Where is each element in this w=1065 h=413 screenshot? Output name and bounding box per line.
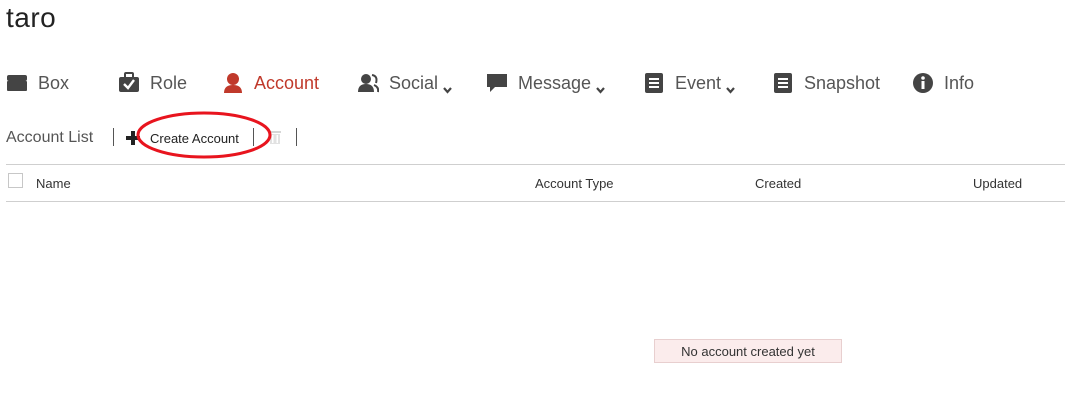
column-header-updated[interactable]: Updated [973, 176, 1022, 191]
table-header-divider [6, 201, 1065, 202]
column-header-account-type[interactable]: Account Type [535, 176, 614, 191]
social-users-icon [357, 72, 380, 94]
nav-label-social: Social [389, 72, 439, 93]
select-all-checkbox[interactable] [8, 173, 23, 188]
nav-item-snapshot[interactable]: Snapshot [772, 66, 880, 100]
highlight-annotation-ellipse [136, 111, 272, 159]
table-top-divider [6, 164, 1065, 165]
event-list-icon [643, 72, 665, 94]
nav-label-info: Info [944, 72, 975, 93]
chevron-down-icon [443, 79, 452, 94]
info-icon [912, 72, 934, 94]
user-icon [222, 72, 244, 94]
nav-item-event[interactable]: Event [643, 66, 735, 100]
snapshot-icon [772, 72, 794, 94]
role-badge-icon [118, 72, 140, 94]
message-bubble-icon [486, 72, 508, 94]
table-header: Name Account Type Created Updated [6, 166, 1065, 200]
section-label: Account List [6, 129, 94, 146]
nav-label-event: Event [675, 72, 722, 93]
nav-label-account: Account [254, 72, 320, 93]
empty-state-message: No account created yet [654, 339, 842, 363]
nav-label-snapshot: Snapshot [804, 72, 881, 93]
nav-item-social[interactable]: Social [357, 66, 452, 100]
nav-item-account[interactable]: Account [222, 66, 319, 100]
main-nav: Box Role Account Social Message Event Sn… [0, 66, 1065, 100]
nav-label-message: Message [518, 72, 592, 93]
nav-item-box[interactable]: Box [6, 66, 69, 100]
nav-label-box: Box [38, 72, 70, 93]
chevron-down-icon [596, 79, 605, 94]
chevron-down-icon [726, 79, 735, 94]
nav-item-info[interactable]: Info [912, 66, 974, 100]
column-header-name[interactable]: Name [36, 176, 71, 191]
box-icon [6, 72, 28, 94]
nav-item-role[interactable]: Role [118, 66, 187, 100]
column-header-created[interactable]: Created [755, 176, 801, 191]
nav-item-message[interactable]: Message [486, 66, 605, 100]
page-title: taro [6, 2, 57, 33]
nav-label-role: Role [150, 72, 188, 93]
toolbar-divider [113, 128, 114, 146]
toolbar-divider [296, 128, 297, 146]
